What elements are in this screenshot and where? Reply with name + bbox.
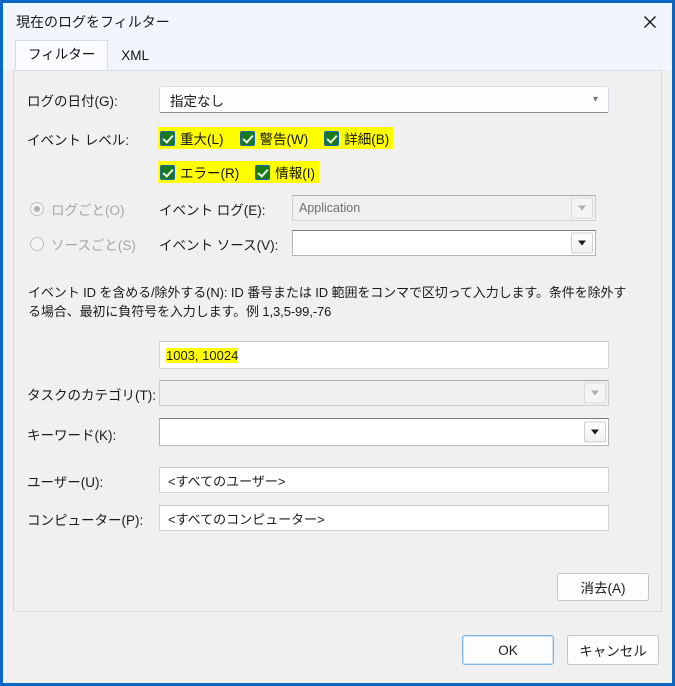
keywords-label-row: キーワード(K): [27,424,116,444]
computer-input[interactable]: <すべてのコンピューター> [159,505,609,531]
tab-xml[interactable]: XML [108,41,162,70]
checkbox-verbose-box [324,130,340,146]
filter-tab-panel: ログの日付(G): 指定なし ▾ イベント レベル: 重大(L) 警告(W) 詳… [13,70,662,612]
computer-value: <すべてのコンピューター> [168,511,325,527]
checkbox-information-label: 情報(I) [275,166,315,181]
dialog-footer: OK キャンセル [3,612,672,683]
log-date-combo[interactable]: 指定なし ▾ [159,86,609,113]
checkbox-critical-box [160,130,175,146]
event-level-row-2: エラー(R) 情報(I) [158,161,319,183]
radio-by-source-label: ソースごと(S) [51,238,136,253]
task-category-combo[interactable] [159,380,609,406]
arrow-down-icon [578,205,586,211]
user-input[interactable]: <すべてのユーザー> [159,467,609,493]
keywords-label: キーワード(K): [27,428,117,443]
arrow-down-icon [591,429,599,435]
filter-current-log-dialog: 現在のログをフィルター フィルター XML ログの日付(G): 指定なし ▾ イ… [0,0,675,686]
event-level-label: イベント レベル: [27,129,130,151]
task-category-dropdown-button[interactable] [584,382,606,404]
ok-button-label: OK [498,642,518,658]
log-date-label-row: ログの日付(G): [27,90,118,110]
event-id-value: 1003, 10024 [166,347,239,363]
chevron-down-icon: ▾ [592,93,598,105]
computer-label-row: コンピューター(P): [27,509,143,529]
event-source-label-row: イベント ソース(V): [159,234,278,254]
checkbox-information-box [255,164,271,180]
log-date-label: ログの日付(G): [27,94,118,109]
event-id-help-text: イベント ID を含める/除外する(N): ID 番号または ID 範囲をコンマ… [28,285,627,319]
checkbox-warning-label: 警告(W) [259,132,309,147]
checkbox-critical-label: 重大(L) [180,132,224,147]
tab-strip: フィルター XML [3,40,672,70]
event-level-label-row: イベント レベル: [27,129,130,151]
checkbox-warning-box [239,130,255,146]
checkbox-error-box [160,164,175,180]
user-label-row: ユーザー(U): [27,471,103,491]
title-bar: 現在のログをフィルター [3,3,672,40]
close-button[interactable] [627,3,672,40]
event-source-combo[interactable] [292,230,596,256]
tab-xml-label: XML [121,48,149,63]
radio-by-log-dot [30,202,44,216]
clear-button[interactable]: 消去(A) [557,573,649,601]
event-log-combo[interactable]: Application [292,195,596,221]
ok-button[interactable]: OK [462,635,554,665]
radio-by-source[interactable]: ソースごと(S) [30,234,136,254]
checkbox-error[interactable]: エラー(R) [160,162,239,182]
checkbox-verbose-label: 詳細(B) [344,132,390,147]
event-id-input[interactable]: 1003, 10024 [159,341,609,369]
user-label: ユーザー(U): [27,475,104,490]
cancel-button-label: キャンセル [579,644,647,659]
user-value: <すべてのユーザー> [168,473,286,489]
tab-filter[interactable]: フィルター [15,40,109,70]
checkbox-information[interactable]: 情報(I) [255,162,315,182]
cancel-button[interactable]: キャンセル [567,635,659,665]
clear-button-label: 消去(A) [580,581,626,596]
computer-label: コンピューター(P): [27,513,144,528]
event-source-label: イベント ソース(V): [159,238,279,253]
checkbox-warning[interactable]: 警告(W) [239,128,309,148]
window-title: 現在のログをフィルター [16,13,170,30]
event-level-row-1: 重大(L) 警告(W) 詳細(B) [158,127,394,149]
log-date-value: 指定なし [170,93,224,109]
radio-by-source-dot [30,237,44,251]
event-log-label-row: イベント ログ(E): [159,199,266,219]
keywords-combo[interactable] [159,418,609,446]
event-log-dropdown-button[interactable] [571,197,593,219]
arrow-down-icon [591,390,599,396]
radio-by-log[interactable]: ログごと(O) [30,199,125,219]
keywords-dropdown-button[interactable] [584,421,606,443]
radio-by-log-label: ログごと(O) [51,203,125,218]
close-icon [643,15,657,29]
event-source-dropdown-button[interactable] [571,232,593,254]
checkbox-critical[interactable]: 重大(L) [160,128,224,148]
arrow-down-icon [578,240,586,246]
event-log-value: Application [299,201,361,215]
task-category-label: タスクのカテゴリ(T): [27,388,156,403]
checkbox-verbose[interactable]: 詳細(B) [324,128,389,148]
checkbox-error-label: エラー(R) [180,166,240,181]
event-log-label: イベント ログ(E): [159,203,266,218]
task-category-label-row: タスクのカテゴリ(T): [27,384,156,404]
tab-filter-label: フィルター [28,47,96,62]
